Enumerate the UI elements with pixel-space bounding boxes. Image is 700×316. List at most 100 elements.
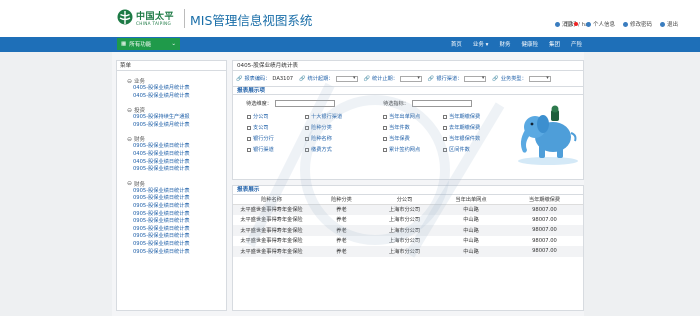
column-header: 当年出单网点	[436, 195, 506, 205]
filter-report-code: 🔗 报表编码： DA3107	[236, 75, 293, 83]
indicator-section-title: 报表展示项	[233, 86, 583, 95]
sidebar-menu: 菜单 ⊖ 业务 0405-股保业绩月统计表 0405-股保业绩月统计表 ⊖ 投资…	[116, 60, 227, 311]
sidebar-item[interactable]: 0905-股保业绩日统计表	[117, 203, 226, 211]
sidebar-item[interactable]: 0905-股保业绩日统计表	[117, 211, 226, 219]
all-functions-menu[interactable]: ▦ 所有功能 ⌄	[117, 38, 180, 50]
sidebar-item[interactable]: 0905-股保业绩日统计表	[117, 143, 226, 151]
table-cell: 太平盛世金事得寿年金保险	[240, 217, 303, 224]
messages-link[interactable]: 消息	[554, 20, 578, 28]
metric-checkbox[interactable]: 当年保费	[383, 135, 410, 142]
sidebar-item[interactable]: 0405-股保业绩日统计表	[117, 151, 226, 159]
elephant-mascot-icon	[518, 105, 578, 165]
checkbox-icon	[443, 114, 447, 119]
bank-channel-select[interactable]	[464, 75, 487, 82]
header-bar: 中国太平 CHINA TAIPING MIS管理信息视图系统 您好 / hai …	[0, 0, 700, 37]
table-cell: 养老	[310, 246, 373, 257]
metric-checkbox[interactable]: 区间件数	[443, 146, 470, 153]
table-cell: 上海市分公司	[373, 225, 436, 236]
metric-checkbox[interactable]: 累计签约网点	[383, 146, 420, 153]
logout-link[interactable]: 退出	[659, 20, 678, 28]
sidebar-item[interactable]: 0905-股保业绩日统计表	[117, 218, 226, 226]
table-cell: 养老	[336, 217, 347, 224]
nav-item-business[interactable]: 业务 ▾	[473, 40, 489, 48]
collapse-icon: ⊖	[127, 106, 133, 114]
checkbox-label: 去年期缴保费	[449, 125, 481, 131]
nav-item-group[interactable]: 集团	[549, 40, 560, 48]
table-row: 太平盛世金事得寿年金保险 养老 上海市分公司 中山路 98007.00	[233, 225, 583, 236]
table-cell: 上海市分公司	[373, 204, 436, 215]
sidebar-item[interactable]: 0405-股保业绩月统计表	[117, 85, 226, 93]
table-row: 太平盛世金事得寿年金保险 养老 上海市分公司 中山路 98007.00	[233, 246, 583, 257]
filter-bank-channel: 🔗 银行渠道：	[428, 75, 487, 82]
sidebar-item[interactable]: 0905-股保业绩月统计表	[117, 122, 226, 130]
table-cell: 中山路	[436, 246, 506, 257]
table-cell: 养老	[310, 204, 373, 215]
table-cell: 中山路	[436, 225, 506, 236]
dimension-search-input[interactable]	[274, 100, 335, 107]
table-cell: 上海市分公司	[388, 238, 421, 245]
sidebar-group-business[interactable]: ⊖ 业务	[117, 77, 226, 86]
metric-checkbox[interactable]: 当年期缴保费	[443, 113, 480, 120]
main-content: 0405-股保业绩月统计表 🔗 报表编码： DA3107 🔗 统计起期： 🔗 统…	[232, 60, 584, 311]
report-section-title: 报表展示	[233, 186, 583, 195]
sidebar-item[interactable]: 0905-股保业绩日统计表	[117, 166, 226, 174]
table-cell: 太平盛世金事得寿年金保险	[233, 225, 310, 236]
profile-link[interactable]: 个人信息	[585, 20, 615, 28]
link-icon: 🔗	[236, 75, 243, 82]
checkbox-label: 当年保费	[389, 136, 410, 142]
sidebar-item[interactable]: 0905-股保业绩日统计表	[117, 233, 226, 241]
end-date-select[interactable]	[399, 75, 422, 82]
change-password-link[interactable]: 修改密码	[622, 20, 652, 28]
dimension-checkbox[interactable]: 缴费方式	[305, 146, 332, 153]
dimension-checkbox[interactable]: 分公司	[247, 113, 269, 120]
sidebar-group-investment[interactable]: ⊖ 投资	[117, 106, 226, 115]
dimension-checkbox[interactable]: 银行分行	[247, 135, 274, 142]
sidebar-item[interactable]: 0905-股保业绩日统计表	[117, 195, 226, 203]
sidebar-item[interactable]: 0405-股保业绩月统计表	[117, 93, 226, 101]
dimension-checkbox[interactable]: 支公司	[247, 124, 269, 131]
checkbox-label: 险种名称	[311, 136, 332, 142]
start-date-select[interactable]	[335, 75, 358, 82]
checkbox-icon	[247, 125, 251, 130]
panel-title: 0405-股保业绩月统计表	[233, 61, 583, 71]
nav-item-home[interactable]: 首页	[451, 40, 462, 48]
sidebar-item[interactable]: 0905-股保业绩日统计表	[117, 249, 226, 257]
filter-end-date: 🔗 统计止期：	[364, 75, 422, 82]
checkbox-icon	[443, 125, 447, 130]
table-cell: 中山路	[463, 238, 479, 245]
table-cell: 98007.00	[506, 225, 583, 236]
sidebar-group-finance-2[interactable]: ⊖ 财务	[117, 180, 226, 188]
filter-label: 报表编码：	[244, 76, 271, 82]
indicator-area: 待选维度： 待选指标： 分公司 十大银行渠道 支公司 险种分类 银行分行 险种名…	[233, 95, 583, 183]
table-row: 太平盛世金事得寿年金保险 养老 上海市分公司 中山路 98007.00	[233, 236, 583, 247]
main-nav-bar: ▦ 所有功能 ⌄ 首页 业务 ▾ 财务 健康险 集团 产险	[0, 37, 700, 52]
menu-grid-icon: ▦	[121, 41, 127, 47]
table-cell: 98007.00	[506, 204, 583, 215]
table-cell: 太平盛世金事得寿年金保险	[240, 238, 303, 245]
checkbox-icon	[305, 114, 309, 119]
metric-checkbox[interactable]: 当年银保件数	[443, 135, 480, 142]
nav-item-business-label: 业务	[472, 42, 484, 48]
nav-item-property[interactable]: 产险	[571, 40, 582, 48]
sidebar-item[interactable]: 0905-股保业绩日统计表	[117, 241, 226, 249]
sidebar-item[interactable]: 0905-股保持续生产通报	[117, 114, 226, 122]
dimension-checkbox[interactable]: 十大银行渠道	[305, 113, 342, 120]
business-type-select[interactable]	[528, 75, 551, 82]
dimension-checkbox[interactable]: 险种名称	[305, 135, 332, 142]
table-cell: 98007.00	[532, 216, 557, 223]
user-icon	[585, 21, 591, 27]
taiping-logo-icon	[117, 9, 133, 25]
metric-checkbox[interactable]: 当年出单网点	[383, 113, 420, 120]
metric-checkbox[interactable]: 去年期缴保费	[443, 124, 480, 131]
nav-item-health[interactable]: 健康险	[521, 40, 538, 48]
dimension-checkbox[interactable]: 银行渠道	[247, 146, 274, 153]
all-functions-label: 所有功能	[129, 42, 152, 48]
metric-checkbox[interactable]: 当年件数	[383, 124, 410, 131]
nav-item-finance[interactable]: 财务	[499, 40, 510, 48]
dimension-checkbox[interactable]: 险种分类	[305, 124, 332, 131]
checkbox-label: 当年件数	[389, 125, 410, 131]
metric-search-input[interactable]	[411, 100, 472, 107]
link-icon: 🔗	[492, 75, 499, 82]
dimension-search-label: 待选维度：	[246, 101, 272, 107]
change-password-label: 修改密码	[629, 22, 652, 28]
